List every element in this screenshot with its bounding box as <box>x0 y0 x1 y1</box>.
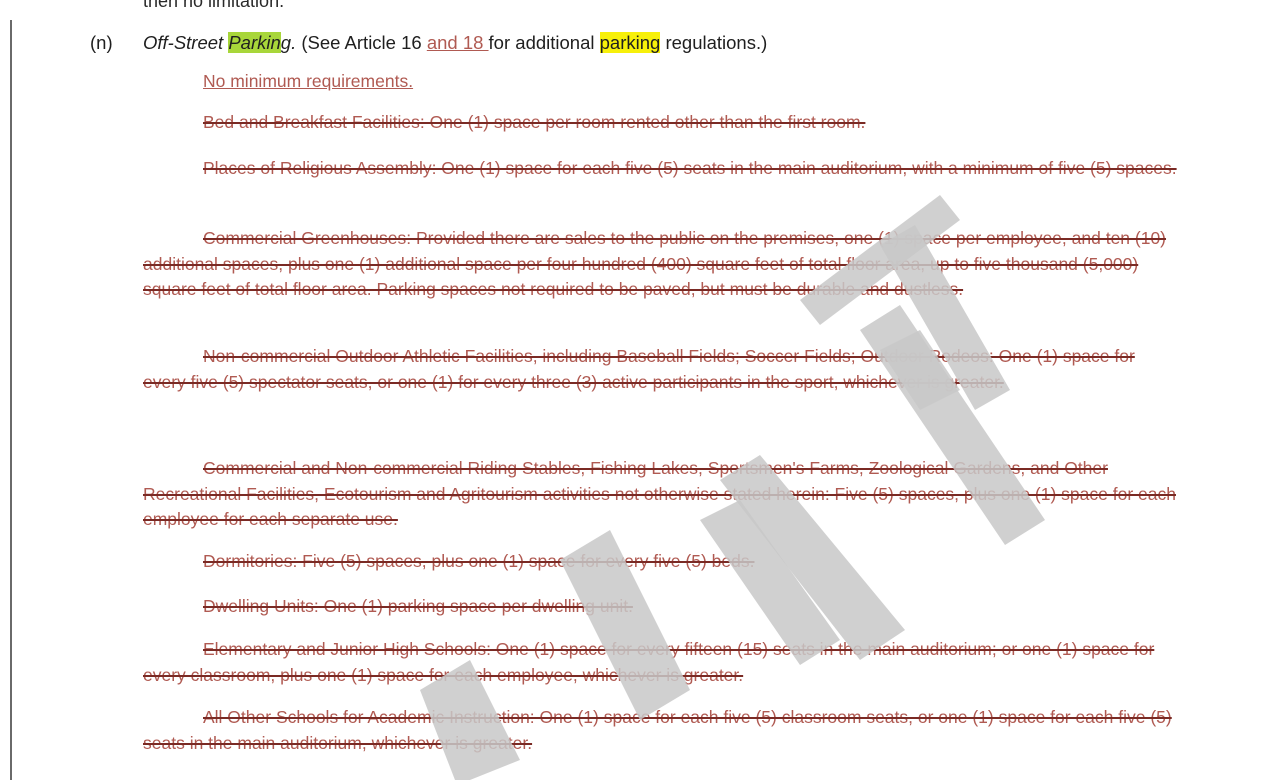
section-number: (n) <box>90 32 113 53</box>
deleted-paragraph-bed-breakfast: Bed and Breakfast Facilities: One (1) sp… <box>203 112 866 132</box>
document-page: then no limitation. (n) Off-Street Parkin… <box>0 0 1280 780</box>
highlighted-title-word: Parkin <box>228 32 281 53</box>
revision-margin-bar <box>10 20 12 780</box>
deleted-paragraph-dwelling-units: Dwelling Units: One (1) parking space pe… <box>203 596 633 616</box>
deleted-paragraph-dormitories: Dormitories: Five (5) spaces, plus one (… <box>203 551 755 571</box>
section-heading: (n) Off-Street Parking. (See Article 16 a… <box>90 32 768 53</box>
deleted-paragraph-athletic-facilities: Non-commercial Outdoor Athletic Faciliti… <box>143 346 1135 392</box>
section-title: Off-Street Parking. <box>143 32 297 53</box>
inserted-article-reference: and 18 <box>426 32 489 53</box>
inserted-paragraph: No minimum requirements. <box>203 71 414 91</box>
deleted-paragraph-riding-stables: Commercial and Non-commercial Riding Sta… <box>143 458 1176 529</box>
deleted-paragraph-religious-assembly: Places of Religious Assembly: One (1) sp… <box>203 158 1177 178</box>
highlighted-parking-word: parking <box>599 32 661 53</box>
deleted-paragraph-commercial-greenhouses: Commercial Greenhouses: Provided there a… <box>143 228 1167 299</box>
previous-line-fragment: then no limitation. <box>143 0 285 11</box>
deleted-paragraph-other-schools: All Other Schools for Academic Instructi… <box>143 707 1172 753</box>
deleted-paragraph-elementary-schools: Elementary and Junior High Schools: One … <box>143 639 1155 685</box>
